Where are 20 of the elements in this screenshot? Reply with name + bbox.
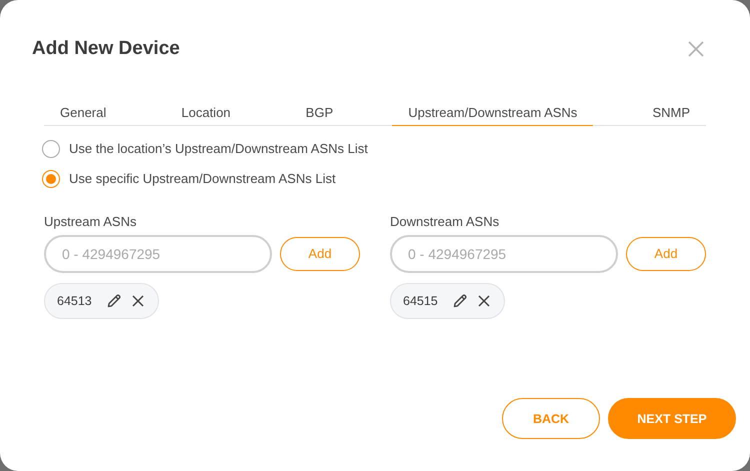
radio-button[interactable] [42, 170, 60, 188]
radio-label: Use the location’s Upstream/Downstream ASNs List [69, 141, 368, 156]
edit-icon[interactable] [106, 292, 122, 308]
close-icon[interactable] [476, 292, 492, 308]
radio-button[interactable] [42, 140, 60, 158]
close-icon[interactable] [130, 292, 146, 308]
tab[interactable]: SNMP [636, 105, 706, 126]
input-field[interactable]: 0 - 4294967295 [390, 234, 618, 272]
edit-icon[interactable] [452, 292, 468, 308]
field-label: Downstream ASNs [390, 214, 500, 228]
input-field[interactable]: 0 - 4294967295 [44, 234, 272, 272]
tab[interactable]: General [44, 105, 122, 126]
dialog-title: Add New Device [32, 38, 180, 60]
radio-label: Use specific Upstream/Downstream ASNs List [69, 171, 336, 186]
tab[interactable]: BGP [290, 105, 350, 126]
asn-value: 64515 [403, 294, 438, 308]
tab[interactable]: Upstream/Downstream ASNs [392, 105, 594, 126]
field-label: Upstream ASNs [44, 214, 138, 228]
asn-value: 64513 [57, 294, 92, 308]
tab[interactable]: Location [165, 105, 247, 126]
